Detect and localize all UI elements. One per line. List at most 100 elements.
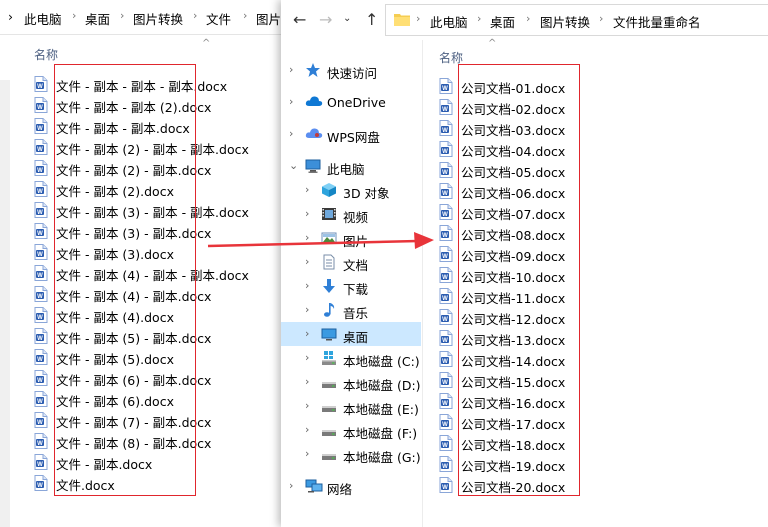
word-document-icon: W <box>439 456 453 476</box>
pane-divider[interactable] <box>422 40 423 527</box>
address-bar[interactable]: › 此电脑 › 桌面 › 图片转换 › 文件批量重命名 <box>385 4 768 36</box>
word-document-icon: W <box>34 223 48 243</box>
up-arrow-icon[interactable]: ↑ <box>365 10 378 29</box>
word-document-icon: W <box>34 475 48 495</box>
word-document-icon: W <box>439 393 453 413</box>
chevron-right-icon[interactable]: › <box>305 351 309 364</box>
scrollbar[interactable] <box>0 80 10 527</box>
nav-item[interactable]: › 3D 对象 <box>281 178 421 202</box>
svg-text:W: W <box>37 462 43 468</box>
chevron-right-icon[interactable]: › <box>289 127 293 140</box>
nav-item[interactable]: › 桌面 <box>281 322 421 346</box>
folder-icon <box>394 14 410 26</box>
chevron-down-icon[interactable]: ⌄ <box>289 159 298 172</box>
nav-item[interactable]: › 本地磁盘 (C:) <box>281 346 421 370</box>
chevron-right-icon[interactable]: › <box>305 231 309 244</box>
nav-item-label: 本地磁盘 (G:) <box>343 450 421 465</box>
svg-text:W: W <box>442 275 448 281</box>
svg-text:W: W <box>442 212 448 218</box>
nav-item[interactable]: › 文档 <box>281 250 421 274</box>
nav-item[interactable]: › 网络 <box>281 474 421 498</box>
highlight-box-renamed <box>458 64 580 496</box>
video-icon <box>321 206 337 222</box>
nav-item-label: 下载 <box>343 282 369 297</box>
chevron-down-icon[interactable]: ⌄ <box>343 13 351 24</box>
chevron-right-icon[interactable]: › <box>305 183 309 196</box>
svg-text:W: W <box>442 107 448 113</box>
breadcrumb-item[interactable]: 此电脑 <box>24 9 62 28</box>
breadcrumb-separator: › <box>526 12 531 25</box>
word-document-icon: W <box>439 477 453 497</box>
nav-item[interactable]: › 快速访问 <box>281 58 421 82</box>
nav-item-label: 此电脑 <box>327 162 365 177</box>
svg-text:W: W <box>37 378 43 384</box>
nav-item[interactable]: › OneDrive <box>281 90 421 114</box>
word-document-icon: W <box>439 204 453 224</box>
svg-text:W: W <box>37 357 43 363</box>
word-document-icon: W <box>439 99 453 119</box>
nav-item-label: 视频 <box>343 210 369 225</box>
nav-item[interactable]: › 视频 <box>281 202 421 226</box>
svg-text:W: W <box>37 441 43 447</box>
word-document-icon: W <box>439 162 453 182</box>
word-document-icon: W <box>34 433 48 453</box>
nav-item[interactable]: › 本地磁盘 (G:) <box>281 442 421 466</box>
computer-icon <box>305 158 321 174</box>
nav-item-label: OneDrive <box>327 95 386 110</box>
nav-item[interactable]: › 本地磁盘 (E:) <box>281 394 421 418</box>
nav-item[interactable]: ⌄ 此电脑 <box>281 154 421 178</box>
chevron-right-icon[interactable]: › <box>305 303 309 316</box>
breadcrumb-item[interactable]: 文件批量重命名 <box>613 12 701 31</box>
word-document-icon: W <box>34 454 48 474</box>
chevron-right-icon[interactable]: › <box>305 255 309 268</box>
chevron-right-icon[interactable]: › <box>305 447 309 460</box>
breadcrumb-item[interactable]: 图片 <box>256 9 281 28</box>
breadcrumb-item[interactable]: 桌面 <box>490 12 515 31</box>
drive-icon <box>321 398 337 414</box>
cube-icon <box>321 182 337 198</box>
chevron-right-icon[interactable]: › <box>305 327 309 340</box>
breadcrumb-item[interactable]: 图片转换 <box>133 9 183 28</box>
chevron-right-icon[interactable]: › <box>305 375 309 388</box>
breadcrumb-item[interactable]: 此电脑 <box>430 12 468 31</box>
word-document-icon: W <box>34 160 48 180</box>
chevron-right-icon[interactable]: › <box>289 63 293 76</box>
chevron-right-icon[interactable]: › <box>289 95 293 108</box>
svg-text:W: W <box>442 485 448 491</box>
svg-text:W: W <box>442 443 448 449</box>
nav-item[interactable]: › 本地磁盘 (D:) <box>281 370 421 394</box>
word-document-icon: W <box>34 391 48 411</box>
nav-item[interactable]: › WPS网盘 <box>281 122 421 146</box>
chevron-right-icon[interactable]: › <box>305 399 309 412</box>
address-bar[interactable]: › 此电脑 › 桌面 › 图片转换 › 文件 › 图片 <box>0 0 300 35</box>
breadcrumb-separator: › <box>8 9 13 24</box>
breadcrumb-item[interactable]: 桌面 <box>85 9 110 28</box>
drive-icon <box>321 422 337 438</box>
nav-item[interactable]: › 图片 <box>281 226 421 250</box>
chevron-right-icon[interactable]: › <box>289 479 293 492</box>
word-document-icon: W <box>34 244 48 264</box>
svg-text:W: W <box>37 483 43 489</box>
nav-item[interactable]: › 本地磁盘 (F:) <box>281 418 421 442</box>
nav-item-label: WPS网盘 <box>327 130 380 145</box>
nav-item[interactable]: › 下载 <box>281 274 421 298</box>
nav-item[interactable]: › 音乐 <box>281 298 421 322</box>
chevron-right-icon[interactable]: › <box>305 207 309 220</box>
nav-item-label: 本地磁盘 (E:) <box>343 402 419 417</box>
word-document-icon: W <box>439 267 453 287</box>
breadcrumb-item[interactable]: 图片转换 <box>540 12 590 31</box>
chevron-right-icon[interactable]: › <box>305 279 309 292</box>
chevron-right-icon[interactable]: › <box>305 423 309 436</box>
svg-text:W: W <box>442 464 448 470</box>
word-document-icon: W <box>439 435 453 455</box>
wps-cloud-icon <box>305 126 323 142</box>
svg-text:W: W <box>37 315 43 321</box>
network-icon <box>305 478 323 494</box>
svg-text:W: W <box>37 210 43 216</box>
word-document-icon: W <box>439 225 453 245</box>
forward-arrow-icon[interactable]: → <box>319 10 332 29</box>
breadcrumb-separator: › <box>599 12 604 25</box>
column-header-name[interactable]: 名称 <box>34 46 58 63</box>
back-arrow-icon[interactable]: ← <box>293 10 306 29</box>
breadcrumb-item[interactable]: 文件 <box>206 9 231 28</box>
